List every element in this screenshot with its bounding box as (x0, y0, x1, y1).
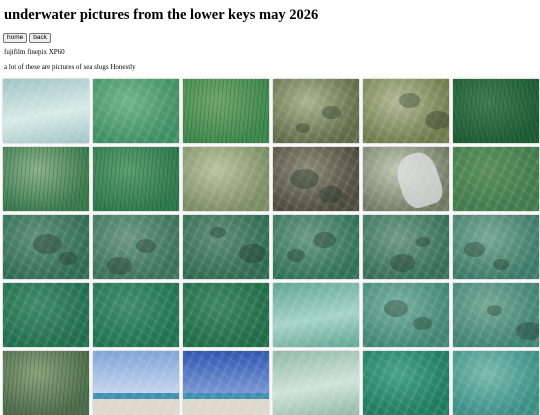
photo-thumbnail[interactable] (453, 147, 539, 211)
photo-thumbnail[interactable] (453, 351, 539, 415)
back-button[interactable]: back (29, 33, 51, 43)
photo-thumbnail[interactable] (3, 147, 89, 211)
photo-thumbnail[interactable] (363, 283, 449, 347)
photo-thumbnail[interactable] (363, 215, 449, 279)
photo-thumbnail[interactable] (93, 351, 179, 415)
description-text: a lot of these are pictures of sea slugs… (4, 63, 136, 71)
photo-thumbnail[interactable] (93, 215, 179, 279)
photo-thumbnail[interactable] (3, 215, 89, 279)
photo-thumbnail[interactable] (273, 215, 359, 279)
photo-gallery (3, 79, 539, 415)
photo-thumbnail[interactable] (453, 79, 539, 143)
camera-info: fujifilm finepix XP60 (4, 48, 65, 56)
photo-thumbnail[interactable] (183, 215, 269, 279)
photo-thumbnail[interactable] (363, 79, 449, 143)
nav-bar: home back (3, 33, 51, 43)
photo-thumbnail[interactable] (453, 215, 539, 279)
photo-thumbnail[interactable] (3, 79, 89, 143)
photo-thumbnail[interactable] (273, 351, 359, 415)
photo-thumbnail[interactable] (93, 283, 179, 347)
photo-thumbnail[interactable] (183, 351, 269, 415)
photo-thumbnail[interactable] (363, 147, 449, 211)
photo-thumbnail[interactable] (3, 283, 89, 347)
photo-thumbnail[interactable] (3, 351, 89, 415)
photo-thumbnail[interactable] (273, 147, 359, 211)
photo-thumbnail[interactable] (93, 79, 179, 143)
photo-thumbnail[interactable] (273, 283, 359, 347)
photo-thumbnail[interactable] (183, 283, 269, 347)
home-button[interactable]: home (3, 33, 28, 43)
photo-thumbnail[interactable] (363, 351, 449, 415)
photo-thumbnail[interactable] (93, 147, 179, 211)
photo-thumbnail[interactable] (183, 147, 269, 211)
photo-thumbnail[interactable] (273, 79, 359, 143)
page-title: underwater pictures from the lower keys … (4, 7, 319, 23)
photo-thumbnail[interactable] (183, 79, 269, 143)
photo-thumbnail[interactable] (453, 283, 539, 347)
